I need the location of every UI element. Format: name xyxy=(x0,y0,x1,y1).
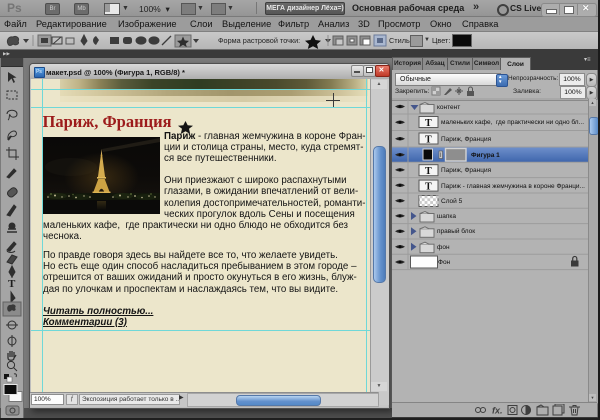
svg-text:T: T xyxy=(425,166,432,177)
svg-text:T: T xyxy=(425,118,432,129)
svg-text:T: T xyxy=(8,278,16,290)
svg-text:T: T xyxy=(425,181,432,192)
svg-text:T: T xyxy=(425,134,432,145)
svg-text:fx.: fx. xyxy=(492,406,503,416)
